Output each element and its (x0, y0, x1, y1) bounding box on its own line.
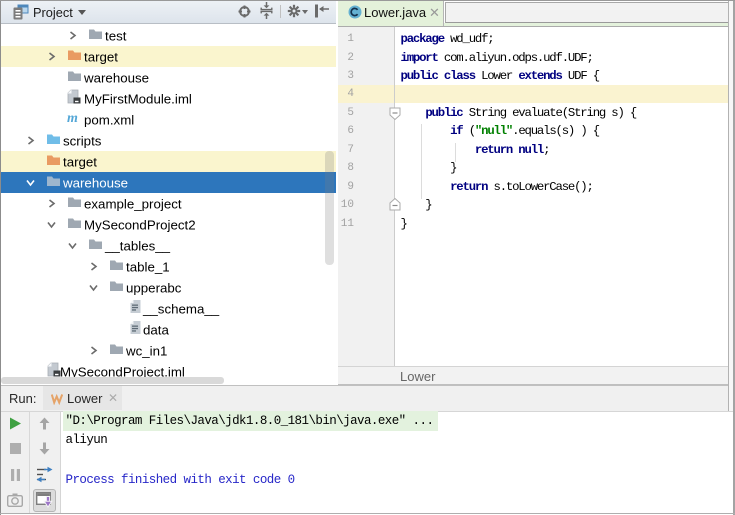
svg-text:m: m (67, 111, 78, 125)
